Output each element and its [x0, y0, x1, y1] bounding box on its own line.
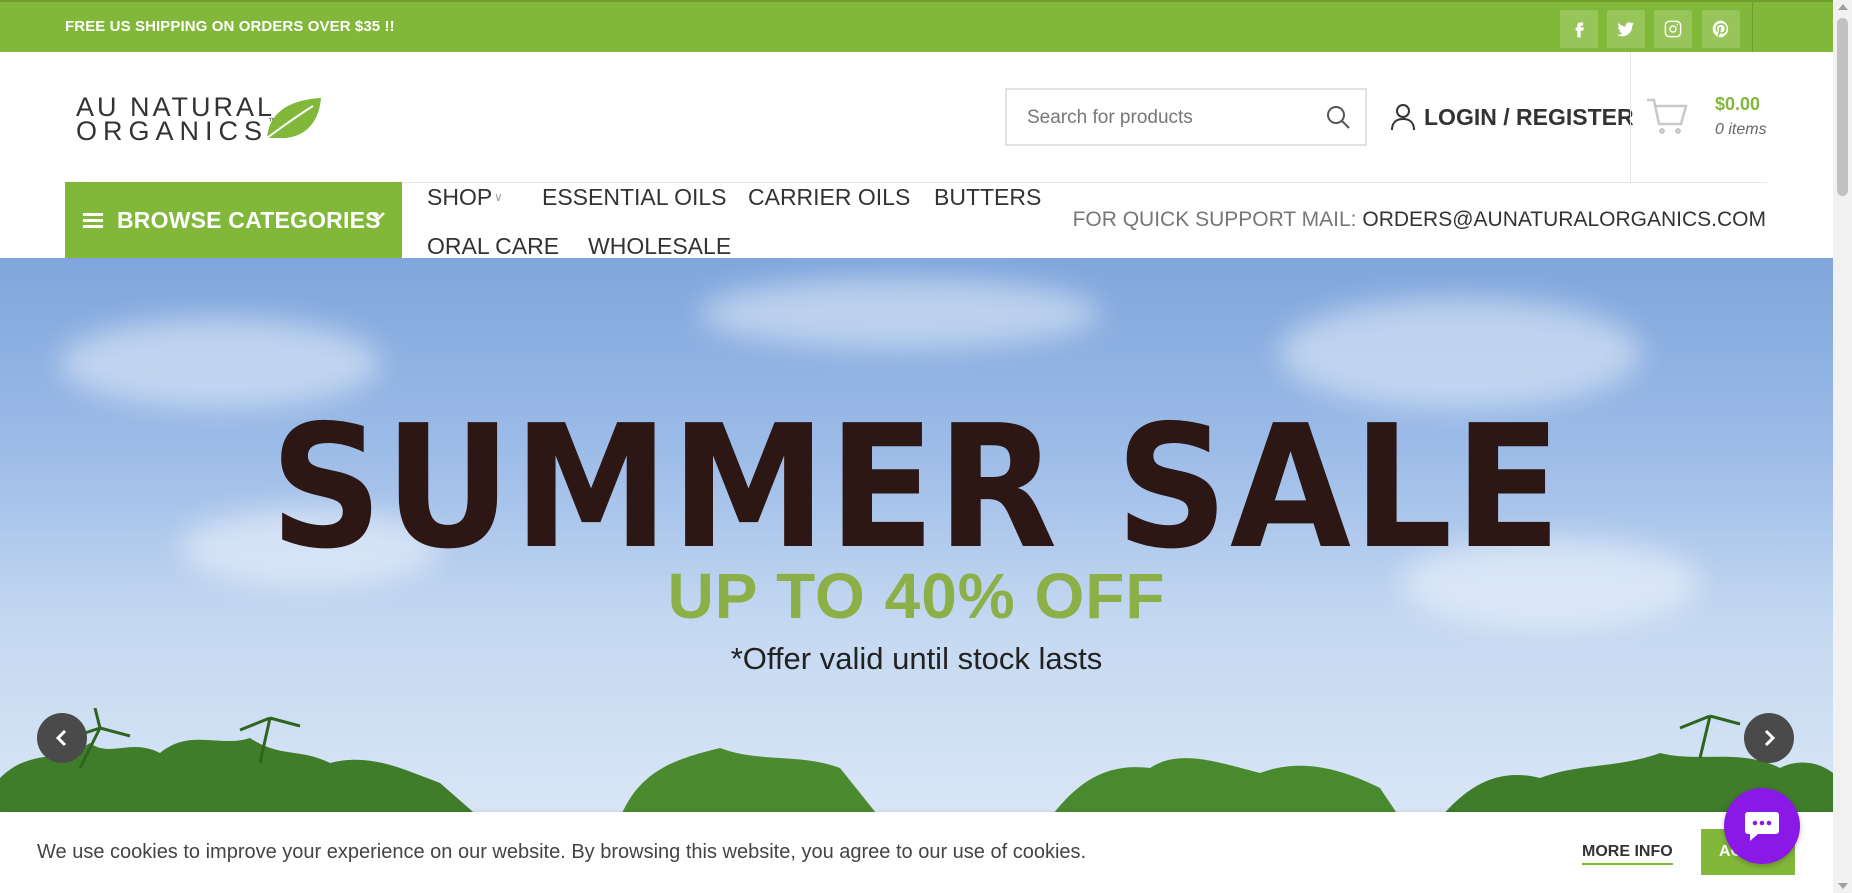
- chat-bubble-icon: [1745, 812, 1779, 841]
- slider-prev-button[interactable]: [37, 713, 87, 763]
- support-label: FOR QUICK SUPPORT MAIL:: [1072, 208, 1357, 231]
- cookie-notice-text: We use cookies to improve your experienc…: [37, 841, 1087, 863]
- leaf-icon: [266, 98, 321, 139]
- more-info-link[interactable]: MORE INFO: [1582, 843, 1673, 865]
- chevron-down-icon: ∨: [494, 190, 503, 204]
- topbar-divider: [1752, 2, 1753, 52]
- chat-widget-button[interactable]: [1724, 788, 1800, 864]
- support-contact: FOR QUICK SUPPORT MAIL: ORDERS@AUNATURAL…: [1073, 208, 1766, 232]
- palm-trees-image: [0, 708, 1833, 818]
- nav-item-essential-oils[interactable]: ESSENTIAL OILS: [542, 184, 727, 211]
- shopping-cart-icon[interactable]: [1645, 96, 1689, 136]
- cart-total[interactable]: $0.00: [1715, 94, 1760, 115]
- instagram-icon[interactable]: [1654, 10, 1692, 48]
- cart-item-count: 0 items: [1715, 121, 1767, 138]
- chevron-left-icon: [55, 729, 67, 747]
- nav-item-oral-care[interactable]: ORAL CARE: [427, 233, 559, 260]
- login-register-label: LOGIN / REGISTER: [1424, 103, 1634, 130]
- login-register-link[interactable]: LOGIN / REGISTER: [1390, 100, 1634, 134]
- scroll-up-arrow-icon[interactable]: [1838, 4, 1848, 10]
- scroll-down-arrow-icon[interactable]: [1838, 883, 1848, 889]
- search-input[interactable]: [1025, 90, 1309, 146]
- nav-item-shop[interactable]: SHOP: [427, 184, 492, 211]
- page-scrollbar[interactable]: [1833, 0, 1852, 893]
- facebook-icon[interactable]: [1560, 10, 1598, 48]
- hamburger-icon: [83, 212, 103, 229]
- cart-divider: [1630, 52, 1631, 182]
- chevron-down-icon: [371, 212, 385, 221]
- twitter-icon[interactable]: [1607, 10, 1645, 48]
- hero-note: *Offer valid until stock lasts: [730, 641, 1103, 676]
- hero-title: SUMMER SALE: [269, 389, 1564, 587]
- top-bar: FREE US SHIPPING ON ORDERS OVER $35 !!: [0, 0, 1833, 52]
- nav-item-carrier-oils[interactable]: CARRIER OILS: [748, 184, 910, 211]
- search-icon[interactable]: [1325, 104, 1351, 130]
- hero-subtitle: UP TO 40% OFF: [667, 560, 1166, 632]
- hero-slider: SUMMER SALE UP TO 40% OFF *Offer valid u…: [0, 258, 1833, 818]
- user-icon: [1391, 104, 1415, 131]
- scrollbar-thumb[interactable]: [1837, 18, 1848, 196]
- browse-categories-button[interactable]: BROWSE CATEGORIES: [65, 182, 402, 259]
- chevron-right-icon: [1764, 729, 1776, 747]
- site-logo[interactable]: AU NATURAL ORGANICS™: [76, 92, 326, 146]
- logo-text-line2: ORGANICS™: [76, 116, 277, 146]
- search-box[interactable]: [1005, 88, 1367, 146]
- support-email-link[interactable]: ORDERS@AUNATURALORGANICS.COM: [1362, 208, 1766, 231]
- nav-item-butters[interactable]: BUTTERS: [934, 184, 1041, 211]
- slider-next-button[interactable]: [1744, 713, 1794, 763]
- browse-categories-label: BROWSE CATEGORIES: [117, 207, 381, 233]
- cloud: [700, 278, 1100, 348]
- pinterest-icon[interactable]: [1702, 10, 1740, 48]
- cookie-notice: We use cookies to improve your experienc…: [0, 812, 1833, 893]
- shipping-promo: FREE US SHIPPING ON ORDERS OVER $35 !!: [65, 18, 395, 35]
- nav-item-wholesale[interactable]: WHOLESALE: [588, 233, 731, 260]
